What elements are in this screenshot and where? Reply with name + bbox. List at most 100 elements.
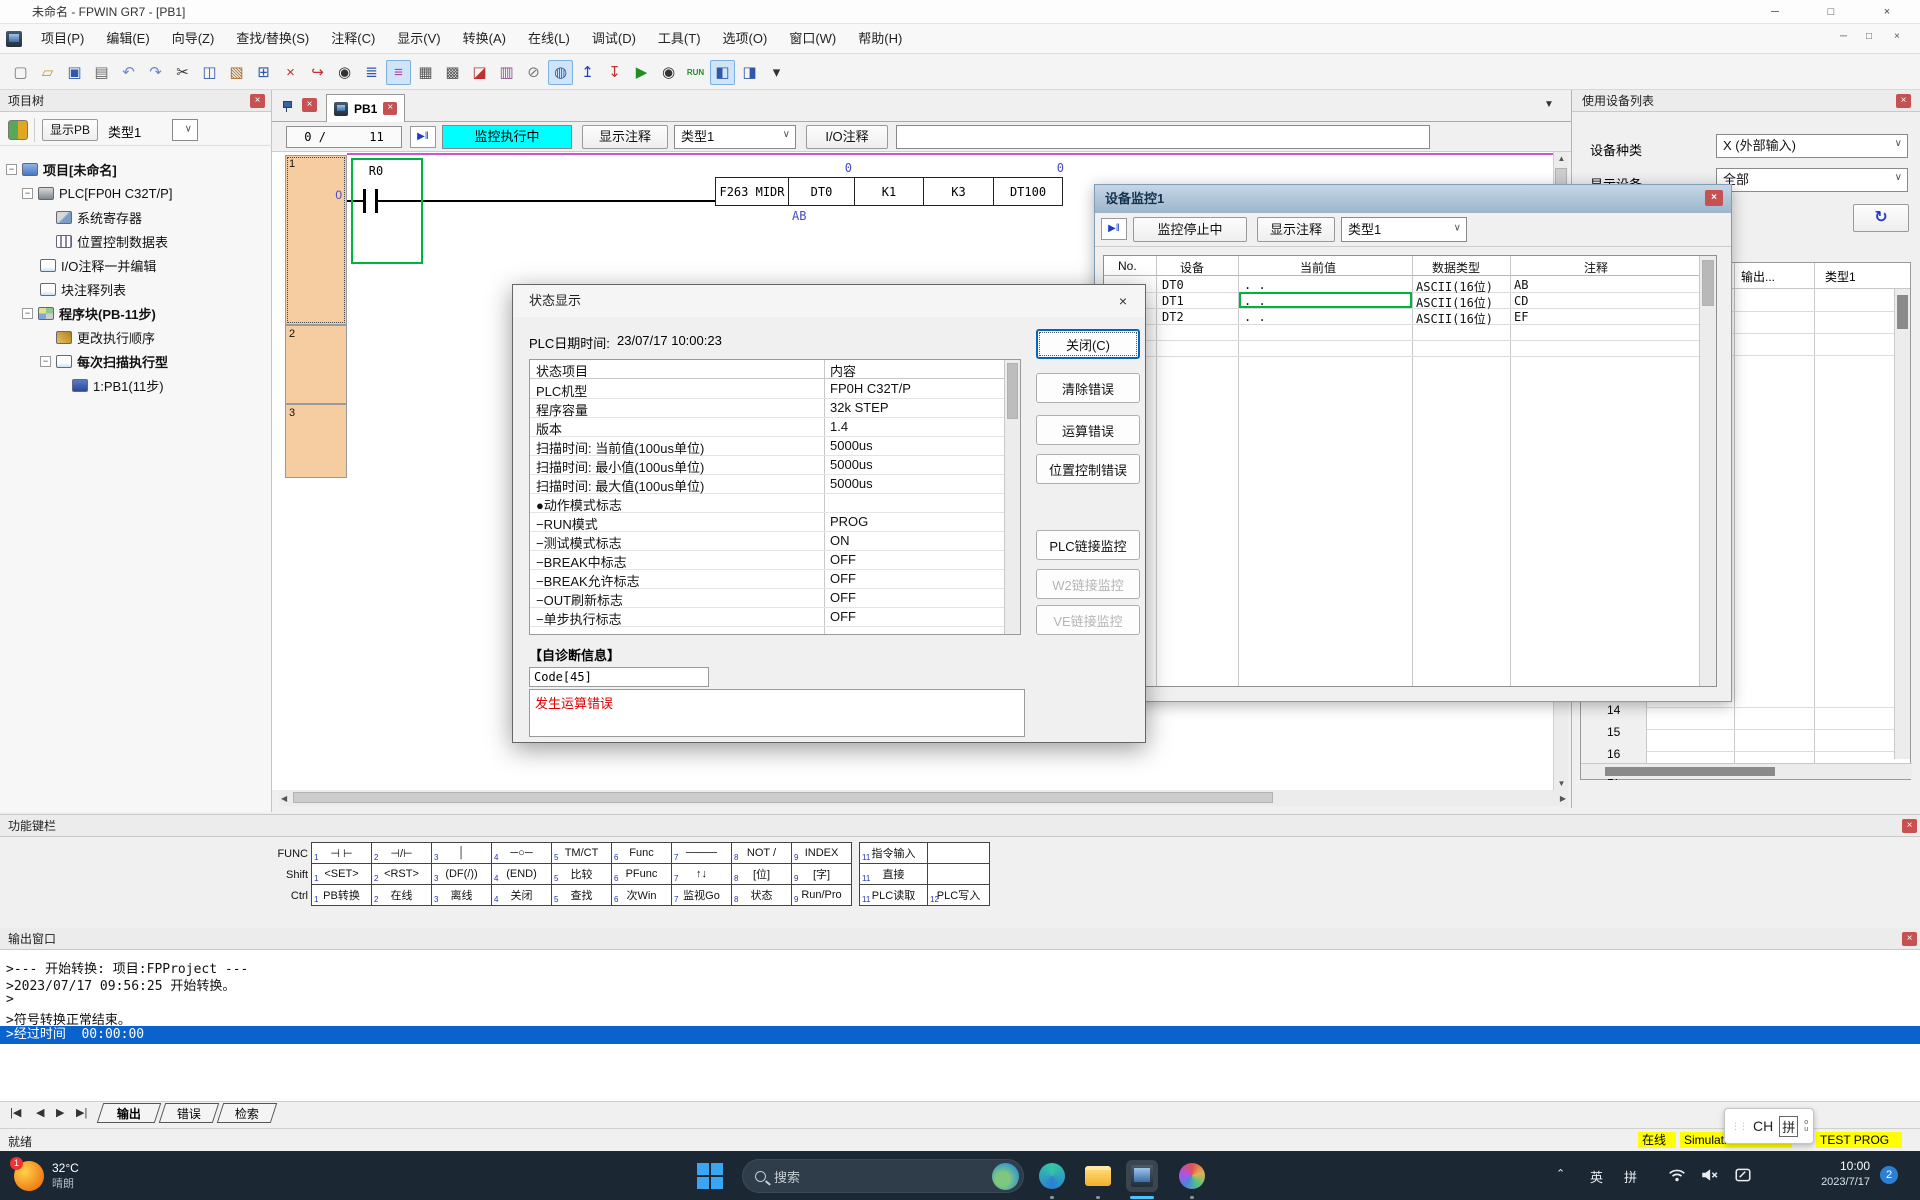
insert-cell-icon[interactable]: ⊞ [251, 60, 276, 85]
close-tab-icon[interactable]: × [383, 102, 397, 115]
close-dialog-button[interactable]: 关闭(C) [1036, 329, 1140, 359]
pc-upload-icon[interactable]: ↥ [575, 60, 600, 85]
mdi-close-button[interactable]: × [1894, 31, 1900, 42]
fkey-f11[interactable]: 11指令输入 [859, 842, 928, 864]
monitor-window-2-icon[interactable]: ◨ [737, 60, 762, 85]
tree-type-dropdown[interactable]: ∨ [172, 119, 198, 141]
find-icon[interactable]: ◉ [332, 60, 357, 85]
volume-muted-icon[interactable] [1700, 1166, 1718, 1189]
scroll-right-icon[interactable]: ▶ [1560, 794, 1566, 803]
fkey-ctrl-f2[interactable]: 2在线 [371, 884, 432, 906]
tree-item-block-comment[interactable]: 块注释列表 [40, 278, 126, 300]
comment-display-icon[interactable]: ≡ [386, 60, 411, 85]
fkey-shift-f7[interactable]: 7↑↓ [671, 863, 732, 885]
fkey-f6[interactable]: 6Func [611, 842, 672, 864]
fkey-shift-f5[interactable]: 5比较 [551, 863, 612, 885]
output-log[interactable]: >--- 开始转换: 项目:FPProject --- >2023/07/17 … [0, 950, 1920, 1102]
status-table[interactable]: 状态项目 内容 PLC机型FP0H C32T/P 程序容量32k STEP 版本… [529, 359, 1021, 635]
device-monitor-titlebar[interactable]: 设备监控1 × [1095, 185, 1731, 213]
tray-ime-mode[interactable]: 拼 [1624, 1167, 1637, 1186]
mdi-restore-button[interactable]: □ [1866, 31, 1872, 42]
collapse-icon[interactable]: − [22, 188, 33, 199]
edge-browser-icon[interactable] [1036, 1160, 1068, 1192]
tree-item-scan-exec[interactable]: − 每次扫描执行型 [40, 350, 168, 372]
fkey-f1[interactable]: 1⊣ ⊢ [311, 842, 372, 864]
weather-widget[interactable]: 1 32°C 晴朗 [14, 1158, 154, 1194]
tree-item-plc[interactable]: − PLC[FP0H C32T/P] [22, 182, 172, 204]
minimize-button[interactable]: ─ [1752, 0, 1798, 24]
refresh-button[interactable]: ↻ [1853, 204, 1909, 232]
row-value[interactable]: . . [1244, 278, 1266, 292]
tree-item-pb1[interactable]: 1:PB1(11步) [72, 374, 164, 396]
device-monitor-grid-2-icon[interactable]: ▩ [440, 60, 465, 85]
position-error-button[interactable]: 位置控制错误 [1036, 454, 1140, 484]
fkey-ctrl-f1[interactable]: 1PB转换 [311, 884, 372, 906]
convert-icon[interactable]: ▶ [629, 60, 654, 85]
tree-item-position-table[interactable]: 位置控制数据表 [56, 230, 168, 252]
fkey-ctrl-f5[interactable]: 5查找 [551, 884, 612, 906]
ime-language[interactable]: CH [1753, 1118, 1773, 1134]
paint-app-icon[interactable] [1176, 1160, 1208, 1192]
fkey-shift-f11[interactable]: 11直接 [859, 863, 928, 885]
tab-pb1[interactable]: PB1 × [326, 94, 405, 122]
fkey-f3[interactable]: 3│ [431, 842, 492, 864]
rung-1-cell[interactable]: 1 0 [285, 155, 347, 325]
scrollbar-thumb[interactable] [1897, 295, 1908, 329]
menu-options[interactable]: 选项(O) [712, 24, 779, 54]
notification-badge[interactable]: 2 [1880, 1166, 1898, 1184]
tree-item-program-blocks[interactable]: − 程序块(PB-11步) [22, 302, 156, 324]
tab-errors[interactable]: 错误 [159, 1103, 219, 1123]
collapse-icon[interactable]: − [6, 164, 17, 175]
save-icon[interactable]: ▣ [62, 60, 87, 85]
device-list-hscrollbar[interactable] [1581, 763, 1912, 779]
scroll-up-icon[interactable]: ▲ [1554, 154, 1568, 163]
status-display-icon[interactable]: ▥ [494, 60, 519, 85]
paste-icon[interactable]: ▧ [224, 60, 249, 85]
scroll-left-icon[interactable]: ◀ [281, 794, 287, 803]
find-2-icon[interactable]: ◉ [656, 60, 681, 85]
show-pb-button[interactable]: 显示PB [42, 119, 98, 141]
operand-cell-k3[interactable]: K3 [923, 177, 994, 206]
fkey-shift-f12[interactable] [927, 863, 990, 885]
fkey-ctrl-f8[interactable]: 8状态 [731, 884, 792, 906]
instruction-name-cell[interactable]: F263 MIDR [715, 177, 789, 206]
maximize-button[interactable]: □ [1808, 0, 1854, 24]
close-dialog-icon[interactable]: × [1107, 285, 1139, 317]
calc-error-button[interactable]: 运算错误 [1036, 415, 1140, 445]
device-monitor-table[interactable]: No. 设备 当前值 数据类型 注释 DT0 . . ASCII(16位) AB… [1103, 255, 1717, 687]
file-explorer-icon[interactable] [1082, 1160, 1114, 1192]
fkey-shift-f4[interactable]: 4(END) [491, 863, 552, 885]
fkey-f2[interactable]: 2⊣/⊢ [371, 842, 432, 864]
instruction-block[interactable]: F263 MIDR DT0 K1 K3 DT100 [716, 177, 1063, 206]
fkey-shift-f9[interactable]: 9[字] [791, 863, 852, 885]
menu-debug[interactable]: 调试(D) [581, 24, 647, 54]
fkey-shift-f6[interactable]: 6PFunc [611, 863, 672, 885]
device-kind-select[interactable]: X (外部输入)∨ [1716, 134, 1908, 158]
nav-next-icon[interactable]: ▶ [56, 1106, 64, 1119]
device-list-vscrollbar[interactable] [1894, 289, 1910, 759]
fkey-f12[interactable] [927, 842, 990, 864]
menu-comment[interactable]: 注释(C) [320, 24, 386, 54]
search-box[interactable]: 搜索 [742, 1159, 1024, 1193]
tree-item-exec-order[interactable]: 更改执行顺序 [56, 326, 155, 348]
show-comment-button[interactable]: 显示注释 [1257, 217, 1335, 242]
ime-width-icon[interactable]: ou [1804, 1119, 1808, 1133]
fkey-shift-f3[interactable]: 3(DF(/)) [431, 863, 492, 885]
operand-cell-dt0[interactable]: DT0 [788, 177, 855, 206]
menu-view[interactable]: 显示(V) [386, 24, 451, 54]
plc-link-monitor-button[interactable]: PLC链接监控 [1036, 530, 1140, 560]
scrollbar-thumb[interactable] [293, 792, 1273, 803]
tray-expand-icon[interactable]: ⌃ [1556, 1167, 1565, 1180]
new-file-icon[interactable]: ▢ [8, 60, 33, 85]
data-monitor-icon[interactable]: ◪ [467, 60, 492, 85]
close-document-icon[interactable]: × [302, 98, 317, 112]
io-comment-button[interactable]: I/O注释 [806, 125, 888, 149]
print-icon[interactable]: ▤ [89, 60, 114, 85]
collapse-icon[interactable]: − [40, 356, 51, 367]
operand-cell-dt100[interactable]: DT100 [993, 177, 1063, 206]
start-button[interactable] [694, 1160, 726, 1192]
close-panel-icon[interactable]: × [250, 94, 265, 108]
clear-errors-icon[interactable]: ⊘ [521, 60, 546, 85]
monitor-window-1-icon[interactable]: ◧ [710, 60, 735, 85]
cut-icon[interactable]: ✂ [170, 60, 195, 85]
